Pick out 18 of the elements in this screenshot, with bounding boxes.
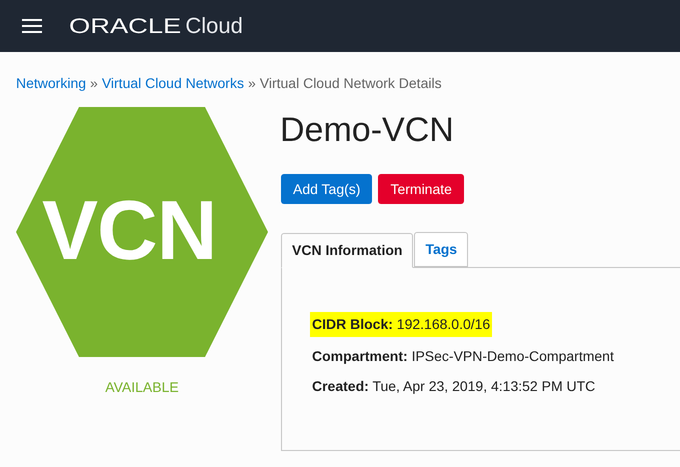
tab[interactable]: Tags <box>414 232 468 267</box>
status-label: AVAILABLE <box>105 378 179 397</box>
breadcrumb-separator: » <box>90 74 98 93</box>
action-button[interactable]: Add Tag(s) <box>281 174 372 204</box>
tab[interactable]: VCN Information <box>281 233 414 268</box>
action-button[interactable]: Terminate <box>378 174 464 204</box>
info-field: Created: Tue, Apr 23, 2019, 4:13:52 PM UTC <box>312 376 596 397</box>
product-name: Cloud <box>185 12 243 40</box>
info-field: CIDR Block: 192.168.0.0/16 <box>310 312 492 337</box>
breadcrumb-separator: » <box>248 74 256 93</box>
breadcrumb-link[interactable]: Virtual Cloud Networks <box>102 73 244 94</box>
breadcrumb-link[interactable]: Networking <box>16 73 86 94</box>
page-title: Demo-VCN <box>280 110 455 150</box>
breadcrumb-text: Virtual Cloud Network Details <box>260 74 442 93</box>
logo-text: VCN <box>42 188 216 272</box>
info-field: Compartment: IPSec-VPN-Demo-Compartment <box>312 346 614 367</box>
brand-logo: ORACLE <box>69 14 182 40</box>
menu-icon[interactable] <box>22 19 42 33</box>
